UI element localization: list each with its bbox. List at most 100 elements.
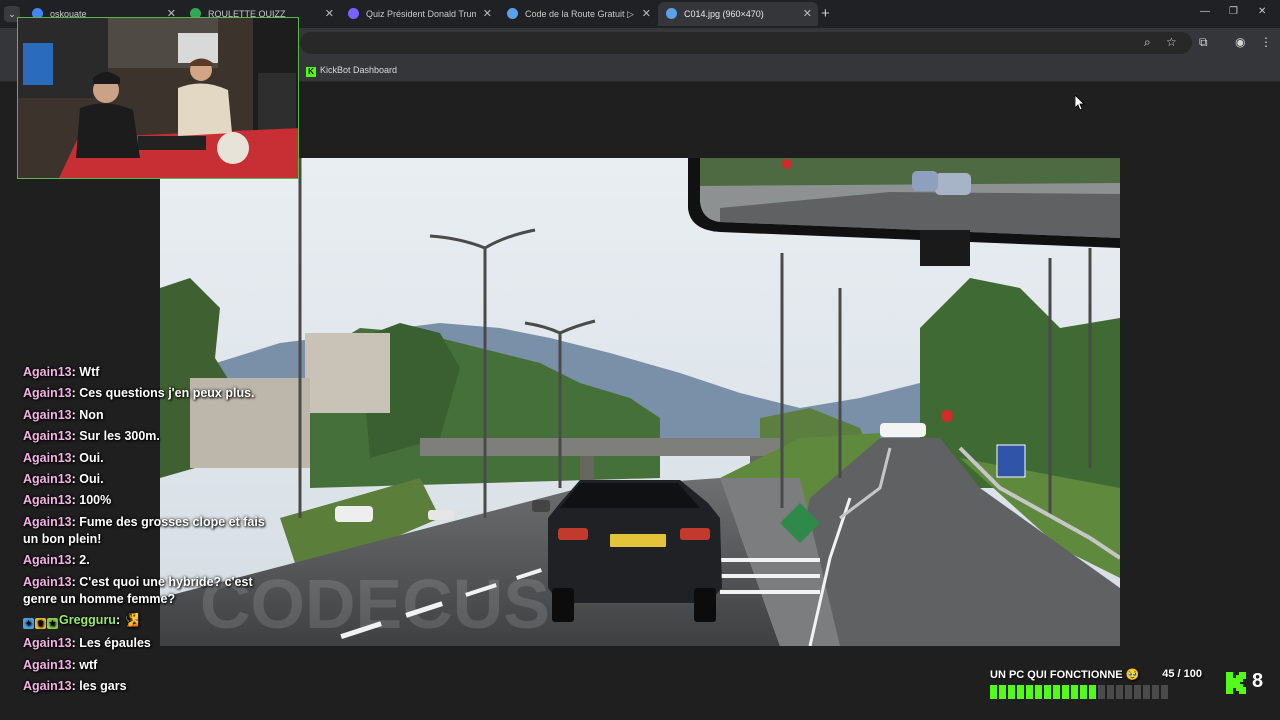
address-bar[interactable] <box>300 32 1192 54</box>
globe-icon <box>507 8 518 19</box>
bookmark-label: KickBot Dashboard <box>320 65 398 75</box>
tab-title: C014.jpg (960×470) <box>684 9 764 19</box>
quiz-icon <box>348 8 359 19</box>
chat-text: 🧏 <box>123 612 140 627</box>
chat-message: Again13: Fume des grosses clope et fais … <box>23 514 265 546</box>
bookmark-kickbot[interactable]: K KickBot Dashboard <box>306 63 397 77</box>
kick-logo-icon: K <box>306 67 316 77</box>
close-icon[interactable]: ✕ <box>325 2 334 26</box>
goal-segment <box>1008 685 1015 699</box>
chat-username: Again13 <box>23 450 72 465</box>
chat-message: Again13: Les épaules <box>23 636 151 651</box>
goal-segment <box>1098 685 1105 699</box>
chat-message: Again13: Ces questions j'en peux plus. <box>23 386 255 401</box>
webcam-overlay <box>17 17 299 179</box>
restore-icon[interactable]: ❐ <box>1229 6 1238 17</box>
chat-message: Again13: 2. <box>23 553 90 568</box>
chat-text: Les épaules <box>79 636 151 651</box>
goal-segment <box>1089 685 1096 699</box>
close-icon[interactable]: ✕ <box>483 2 492 26</box>
minimize-icon[interactable]: — <box>1200 6 1210 17</box>
close-icon[interactable]: ✕ <box>803 2 812 26</box>
chat-message: Again13: les gars <box>23 679 127 694</box>
chat-username: Again13 <box>23 514 72 529</box>
chat-username: Again13 <box>23 365 72 379</box>
badge-icon: ✦ <box>23 617 34 629</box>
chat-message: Again13: Wtf <box>23 365 100 379</box>
chat-username: Again13 <box>23 679 72 694</box>
chat-text: Oui. <box>79 471 104 486</box>
tab-quiz-president[interactable]: Quiz Président Donald Trump - ✕ <box>340 2 498 26</box>
chat-text: wtf <box>79 657 98 672</box>
chat-username: Again13 <box>23 386 72 401</box>
goal-segment <box>1071 685 1078 699</box>
chat-username: Gregguru <box>59 612 116 627</box>
goal-segment <box>1152 685 1159 699</box>
chat-message: Again13: Non <box>23 407 104 422</box>
chat-username: Again13 <box>23 553 72 568</box>
crown-icon: ♛ <box>35 617 46 629</box>
goal-segment <box>1062 685 1069 699</box>
tab-code-route[interactable]: Code de la Route Gratuit ▷ Tes ✕ <box>499 2 657 26</box>
webcam-scene <box>18 18 298 178</box>
chat-badges: ✦ ♛ ★ <box>23 614 59 631</box>
goal-segment <box>1107 685 1114 699</box>
goal-segment <box>1044 685 1051 699</box>
extensions-icon[interactable]: ⧉ <box>1199 34 1208 50</box>
goal-segment <box>1053 685 1060 699</box>
goal-segment <box>1134 685 1141 699</box>
chat-username: Again13 <box>23 636 72 651</box>
chat-text: les gars <box>79 679 127 694</box>
bookmark-star-icon[interactable]: ☆ <box>1166 34 1177 50</box>
menu-icon[interactable]: ⋮ <box>1260 34 1272 50</box>
mouse-cursor-icon <box>1075 95 1085 111</box>
goal-segment <box>990 685 997 699</box>
chat-username: Again13 <box>23 471 72 486</box>
chat-username: Again13 <box>23 407 72 422</box>
tab-c014-image[interactable]: C014.jpg (960×470) ✕ <box>658 2 818 26</box>
goal-segment <box>1017 685 1024 699</box>
chat-text: Wtf <box>79 365 100 379</box>
goal-title: UN PC QUI FONCTIONNE 🥹 <box>990 669 1140 681</box>
chat-text: Non <box>79 407 104 422</box>
tab-title: Quiz Président Donald Trump - <box>366 9 476 19</box>
close-window-icon[interactable]: ✕ <box>1258 6 1266 17</box>
road-scene: CODECUS <box>160 158 1120 646</box>
chat-text: Sur les 300m. <box>79 429 160 444</box>
chat-overlay: Again13: Wtf Again13: Ces questions j'en… <box>23 364 283 699</box>
chat-message: Again13: 100% <box>23 493 112 508</box>
chat-message: Again13: Sur les 300m. <box>23 429 160 444</box>
chat-username: Again13 <box>23 429 72 444</box>
chat-message: Again13: C'est quoi une hybride? c'est g… <box>23 574 253 606</box>
chat-text: Ces questions j'en peux plus. <box>79 386 255 401</box>
stream-screen: ⌄ oskouate ✕ ROULETTE QUIZZ ✕ Quiz Prési… <box>0 0 1280 720</box>
chat-username: Again13 <box>23 574 72 589</box>
new-tab-button[interactable]: + <box>821 4 830 24</box>
chat-text: 2. <box>79 553 90 568</box>
goal-segment <box>1080 685 1087 699</box>
chat-message: Again13: wtf <box>23 657 98 672</box>
chat-message: ✦ ♛ ★ Gregguru: 🧏 <box>23 612 283 631</box>
chat-username: Again13 <box>23 493 72 508</box>
zoom-icon[interactable]: ⌕ <box>1144 34 1151 50</box>
kick-viewer-count: 8 <box>1252 670 1264 692</box>
goal-segment <box>1116 685 1123 699</box>
chat-message: Again13: Oui. <box>23 471 104 486</box>
chat-message: Again13: Oui. <box>23 450 104 465</box>
goal-progress-bar <box>990 685 1168 699</box>
globe-icon <box>666 8 677 19</box>
goal-segment <box>1026 685 1033 699</box>
goal-segment <box>1035 685 1042 699</box>
tab-title: Code de la Route Gratuit ▷ Tes <box>525 9 635 19</box>
kick-logo-icon <box>1226 672 1246 694</box>
driving-photo: CODECUS <box>160 158 1120 646</box>
goal-segment <box>1143 685 1150 699</box>
badge-icon: ★ <box>47 617 58 629</box>
chat-text: Oui. <box>79 450 104 465</box>
profile-icon[interactable]: ◉ <box>1235 34 1245 50</box>
goal-segment <box>1125 685 1132 699</box>
chat-username: Again13 <box>23 657 72 672</box>
close-icon[interactable]: ✕ <box>642 2 651 26</box>
goal-segment <box>999 685 1006 699</box>
chat-text: 100% <box>79 493 112 508</box>
